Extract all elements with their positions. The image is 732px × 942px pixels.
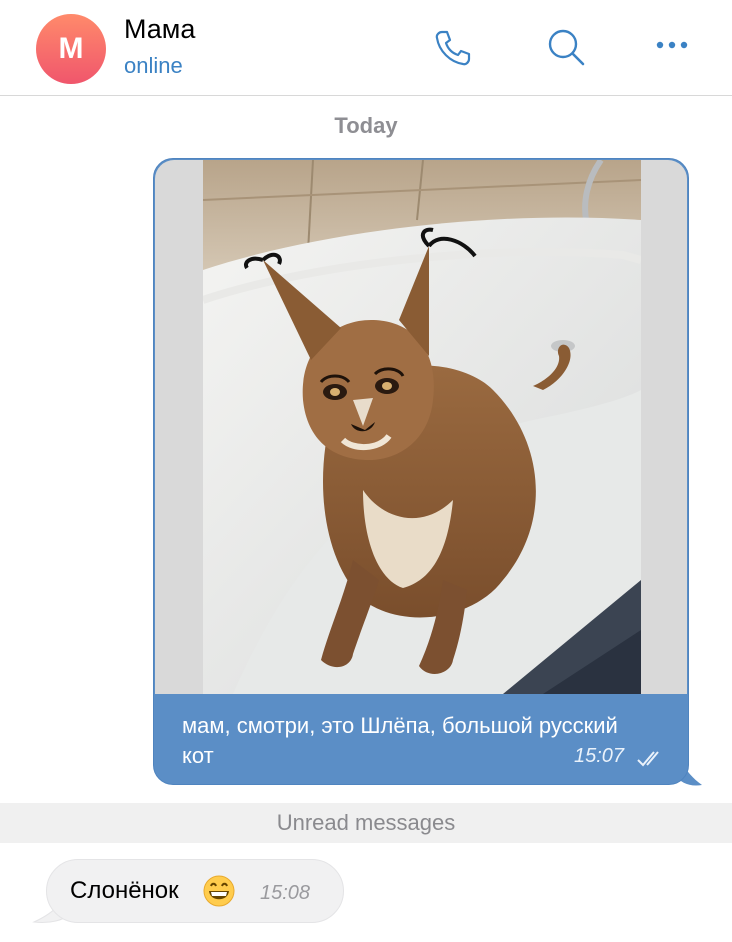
contact-avatar[interactable]: M	[36, 14, 106, 84]
header-divider	[0, 95, 732, 96]
incoming-message-text: Слонёнок	[70, 877, 179, 904]
incoming-message-time: 15:08	[260, 882, 311, 904]
outgoing-message-bubble[interactable]: мам, смотри, это Шлёпа, большой русский …	[153, 158, 689, 785]
outgoing-message-text: мам, смотри, это Шлёпа, большой русский …	[182, 713, 618, 768]
message-photo[interactable]	[155, 160, 687, 694]
more-icon[interactable]	[648, 24, 696, 72]
unread-label: Unread messages	[276, 810, 456, 835]
date-separator: Today	[334, 113, 398, 138]
grinning-face-emoji	[203, 875, 235, 907]
contact-name[interactable]: Мама	[124, 14, 195, 45]
contact-status: online	[124, 53, 183, 78]
phone-icon[interactable]	[428, 24, 476, 72]
search-icon[interactable]	[542, 24, 590, 72]
caracal-in-bathtub-photo	[203, 160, 641, 694]
double-check-icon	[637, 751, 659, 767]
outgoing-message-time: 15:07	[574, 745, 625, 767]
chat-header: M Мама online	[0, 0, 732, 95]
